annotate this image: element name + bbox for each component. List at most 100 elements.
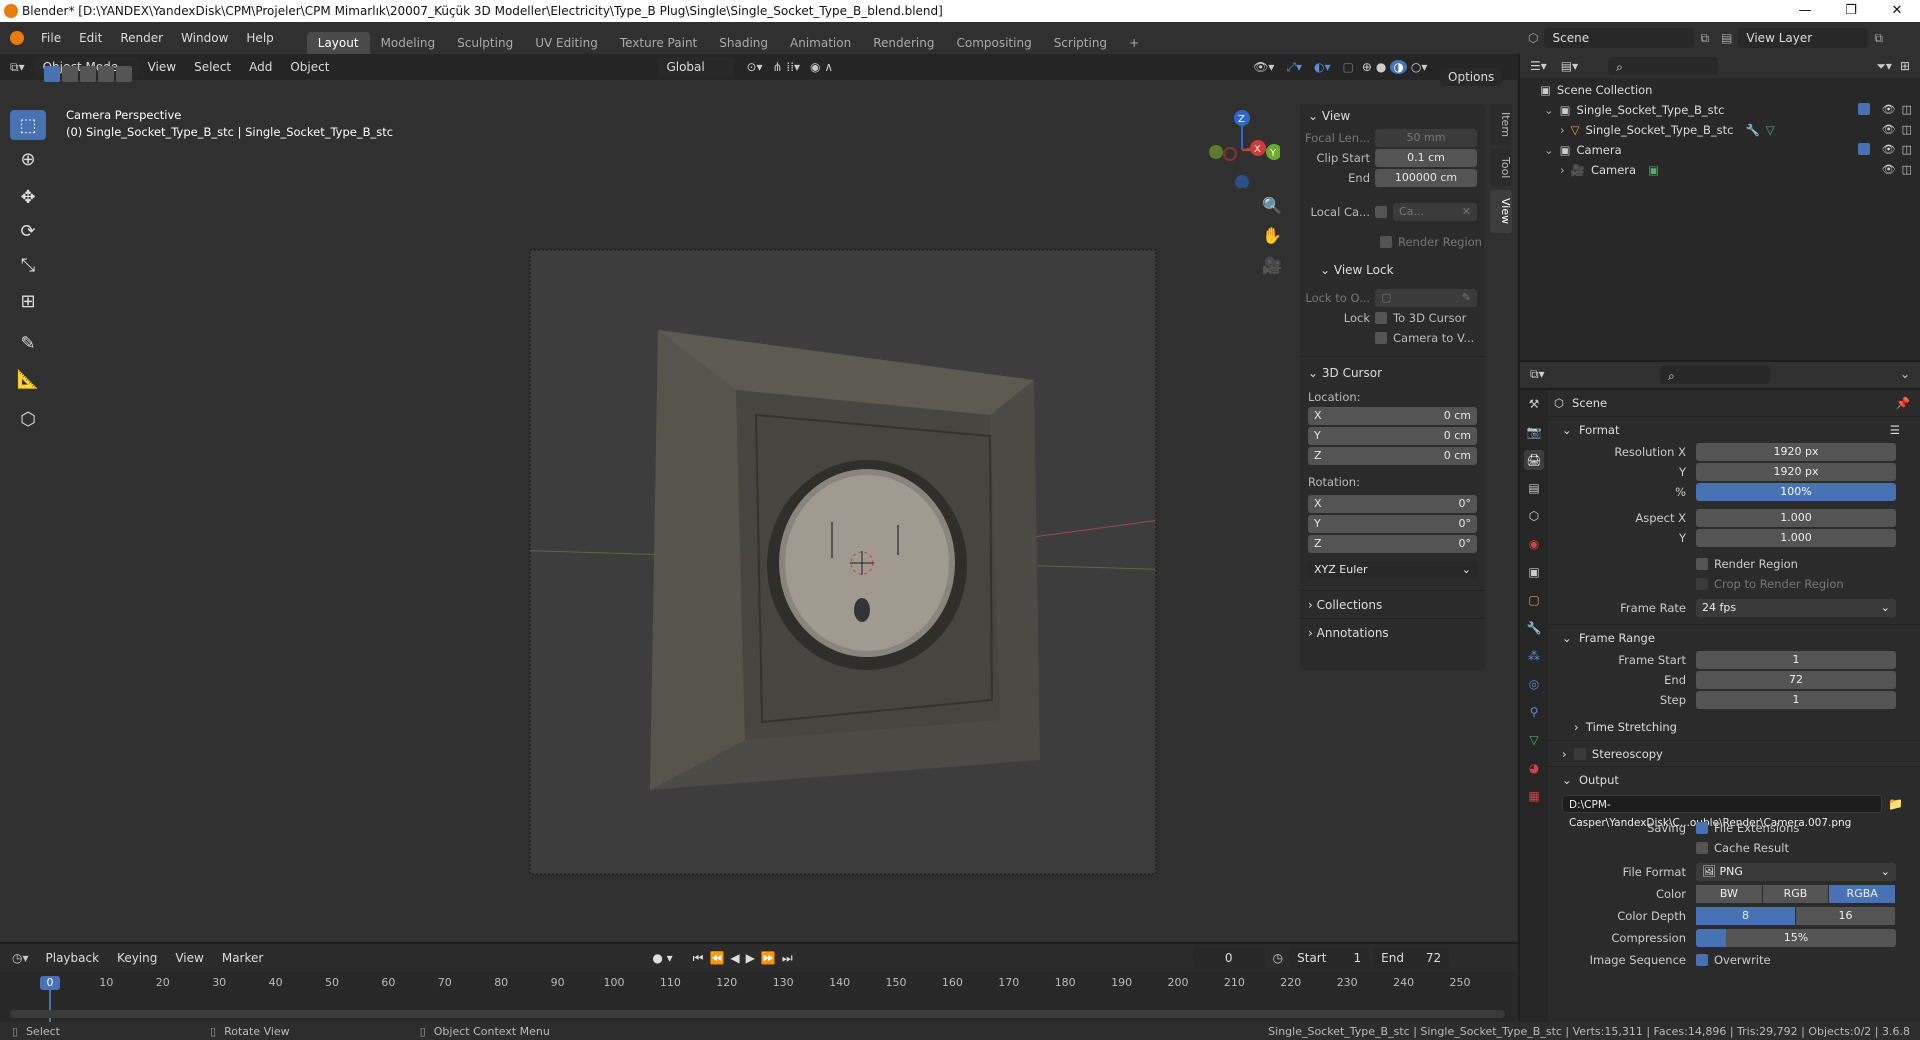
camera-render-icon[interactable]: ◫ [1902, 163, 1912, 176]
tab-uv-editing[interactable]: UV Editing [524, 32, 609, 54]
frame-range-header[interactable]: ⌄ Frame Range [1548, 624, 1920, 650]
timeline-marker-menu[interactable]: Marker [213, 951, 272, 965]
select-subtract-icon[interactable] [80, 66, 96, 82]
lock-camera-row[interactable]: Camera to V... [1300, 328, 1485, 348]
clip-start-field[interactable]: 0.1 cm [1375, 149, 1477, 167]
timeline-scrollbar[interactable] [10, 1010, 1505, 1018]
start-frame-field[interactable]: Start 1 [1289, 948, 1370, 968]
annotations-header[interactable]: › Annotations [1300, 618, 1485, 646]
lock-to-object-field[interactable]: ▢ ✎ [1375, 289, 1477, 307]
view-section-header[interactable]: ⌄ View [1300, 104, 1485, 128]
stereoscopy-header[interactable]: › Stereoscopy [1548, 740, 1920, 766]
cursor-y-row[interactable]: Y0 cm [1300, 426, 1485, 446]
collections-header[interactable]: › Collections [1300, 590, 1485, 618]
image-sequence-row[interactable]: Image Sequence Overwrite [1548, 950, 1920, 970]
record-icon[interactable]: ● ▾ [652, 951, 672, 965]
render-region-row[interactable]: Render Region [1548, 554, 1920, 574]
particles-tab-icon[interactable]: ⁂ [1524, 646, 1544, 666]
timeline-view-menu[interactable]: View [166, 951, 212, 965]
physics-tab-icon[interactable]: ◎ [1524, 674, 1544, 694]
visibility-icon[interactable]: 👁▾ [1253, 60, 1274, 74]
jump-start-icon[interactable]: ⏮ [693, 951, 704, 966]
focal-length-field[interactable]: 50 mm [1375, 129, 1477, 147]
annotate-tool[interactable]: ✎ [10, 328, 46, 358]
camera-render-icon[interactable]: ◫ [1902, 143, 1912, 156]
tab-compositing[interactable]: Compositing [945, 32, 1042, 54]
new-collection-icon[interactable]: ⊞ [1900, 59, 1910, 73]
render-region-row[interactable]: Render Region [1300, 232, 1485, 252]
frame-step-field[interactable]: 1 [1696, 691, 1896, 709]
frame-rate-dropdown[interactable]: 24 fps ⌄ [1696, 599, 1896, 617]
menu-render[interactable]: Render [111, 31, 172, 45]
new-scene-icon[interactable]: ⧉ [1700, 31, 1709, 46]
timeline-area[interactable]: 0 10 20 30 40 50 60 70 80 90 100 110 120 130 140 150 160… [0, 972, 1518, 1022]
scene-tab-icon[interactable]: ⬡ [1524, 506, 1544, 526]
viewport-menu-select[interactable]: Select [185, 60, 240, 74]
viewport-menu-add[interactable]: Add [240, 60, 281, 74]
select-intersect-icon[interactable] [116, 66, 132, 82]
menu-edit[interactable]: Edit [70, 31, 111, 45]
camera-view-icon[interactable]: 🎥 [1262, 256, 1282, 275]
select-new-icon[interactable] [44, 66, 60, 82]
color-rgb-option[interactable]: RGB [1762, 885, 1829, 903]
view-layer-field[interactable]: View Layer [1738, 28, 1869, 48]
transform-tool[interactable]: ⊞ [10, 286, 46, 316]
zoom-icon[interactable]: 🔍 [1262, 196, 1282, 215]
proportional-edit-icon[interactable]: ◉ ∧ [810, 60, 833, 74]
properties-options-icon[interactable]: ⌄ [1900, 367, 1910, 381]
scene-field[interactable]: Scene [1544, 28, 1695, 48]
clip-end-field[interactable]: 100000 cm [1375, 169, 1477, 187]
output-header[interactable]: ⌄ Output [1548, 766, 1920, 792]
cursor-ry-row[interactable]: Y 0° [1300, 514, 1485, 534]
cursor-tool[interactable]: ⊕ [10, 144, 46, 174]
frame-start-field[interactable]: 1 [1696, 651, 1896, 669]
editor-type-icon[interactable]: ⧉▾ [10, 60, 25, 75]
outliner-row-object[interactable]: › ▽ Single_Socket_Type_B_stc 🔧 ▽ 👁 ◫ [1520, 120, 1920, 140]
select-invert-icon[interactable] [98, 66, 114, 82]
end-frame-field[interactable]: End 72 [1373, 948, 1450, 968]
eye-icon[interactable]: 👁 [1882, 103, 1896, 116]
depth-16-option[interactable]: 16 [1796, 907, 1895, 925]
aspect-y-field[interactable]: 1.000 [1696, 529, 1896, 547]
shading-rendered-icon[interactable]: ○▾ [1411, 60, 1428, 74]
pin-icon[interactable]: 📌 [1896, 396, 1910, 410]
viewport-menu-view[interactable]: View [139, 60, 185, 74]
new-view-layer-icon[interactable]: ⧉ [1874, 31, 1883, 46]
local-camera-field[interactable]: Ca... ✕ [1393, 203, 1477, 221]
move-tool[interactable]: ✥ [10, 182, 46, 212]
scale-tool[interactable]: ⤡ [10, 250, 46, 280]
resolution-x-field[interactable]: 1920 px [1696, 443, 1896, 461]
options-dropdown[interactable]: Options [1440, 68, 1503, 86]
pan-hand-icon[interactable]: ✋ [1262, 226, 1282, 245]
outliner-scene-collection[interactable]: ▣ Scene Collection [1520, 80, 1920, 100]
outliner-search-input[interactable]: ⌕ [1608, 57, 1719, 75]
tab-shading[interactable]: Shading [708, 32, 779, 54]
cursor-rz-row[interactable]: Z 0° [1300, 534, 1485, 554]
lock-cursor-row[interactable]: Lock To 3D Cursor [1300, 308, 1485, 328]
constraints-tab-icon[interactable]: ⚲ [1524, 702, 1544, 722]
compression-slider[interactable]: 15% [1696, 929, 1896, 947]
play-icon[interactable]: ▶ [746, 951, 755, 965]
close-button[interactable]: ✕ [1874, 0, 1920, 22]
data-tab-icon[interactable]: ▽ [1524, 730, 1544, 750]
next-keyframe-icon[interactable]: ⏩ [761, 951, 776, 965]
overlay-toggle-icon[interactable]: ◐▾ [1314, 60, 1331, 74]
render-tab-icon[interactable]: 📷 [1524, 422, 1544, 442]
menu-window[interactable]: Window [172, 31, 237, 45]
navigation-gizmo[interactable]: Z X Y [1200, 108, 1280, 188]
3d-cursor-header[interactable]: ⌄ 3D Cursor [1300, 356, 1485, 386]
orientation-dropdown[interactable]: Global [658, 57, 735, 77]
color-bw-option[interactable]: BW [1696, 885, 1762, 903]
shading-solid-icon[interactable]: ● [1376, 60, 1386, 74]
file-format-dropdown[interactable]: 🖼 PNG ⌄ [1696, 863, 1896, 881]
tab-view[interactable]: View [1490, 190, 1512, 233]
depth-8-option[interactable]: 8 [1696, 907, 1795, 925]
format-header[interactable]: ⌄ Format ☰ [1548, 416, 1920, 442]
frame-end-field[interactable]: 72 [1696, 671, 1896, 689]
snap-icon[interactable]: ⋔ ⁞⁞▾ [773, 60, 801, 74]
resolution-y-field[interactable]: 1920 px [1696, 463, 1896, 481]
current-frame-field[interactable]: 0 [1192, 948, 1265, 968]
jump-end-icon[interactable]: ⏭ [782, 951, 793, 966]
object-tab-icon[interactable]: ▢ [1524, 590, 1544, 610]
outliner-row-camera-collection[interactable]: ⌄ ▣ Camera 👁 ◫ [1520, 140, 1920, 160]
